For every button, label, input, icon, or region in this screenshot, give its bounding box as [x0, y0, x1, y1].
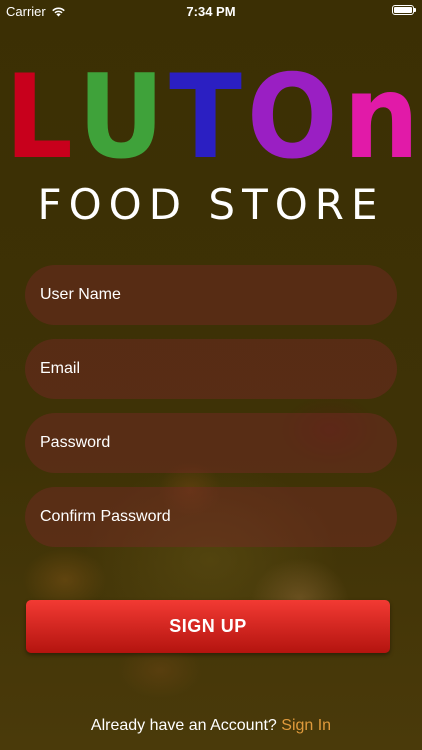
- status-bar: Carrier 7:34 PM: [0, 0, 422, 22]
- email-placeholder: Email: [40, 360, 81, 377]
- confirm-password-field[interactable]: Confirm Password: [25, 487, 397, 547]
- account-question: Already have an Account?: [90, 717, 277, 734]
- battery-fill: [394, 7, 412, 13]
- password-placeholder: Password: [40, 434, 111, 451]
- battery-icon: [392, 5, 416, 15]
- logo-letter: T: [168, 50, 242, 185]
- email-field[interactable]: Email: [25, 339, 397, 399]
- logo-letter: O: [246, 50, 338, 185]
- logo-subtitle: FOOD STORE: [37, 180, 385, 229]
- logo-letter: L: [4, 50, 73, 185]
- logo-letter: U: [77, 50, 164, 185]
- signup-form: User Name Email Password Confirm Passwor…: [25, 265, 397, 561]
- password-field[interactable]: Password: [25, 413, 397, 473]
- status-time: 7:34 PM: [186, 4, 236, 19]
- app-logo: LUTOn FOOD STORE: [0, 50, 422, 230]
- logo-brand: LUTOn: [0, 50, 422, 185]
- signin-prompt: Already have an Account? Sign In: [0, 717, 422, 735]
- username-placeholder: User Name: [40, 286, 121, 303]
- confirm-password-placeholder: Confirm Password: [40, 508, 171, 525]
- signin-link[interactable]: Sign In: [281, 717, 331, 734]
- signup-button[interactable]: SIGN UP: [26, 600, 390, 653]
- username-field[interactable]: User Name: [25, 265, 397, 325]
- logo-letter: n: [342, 50, 419, 185]
